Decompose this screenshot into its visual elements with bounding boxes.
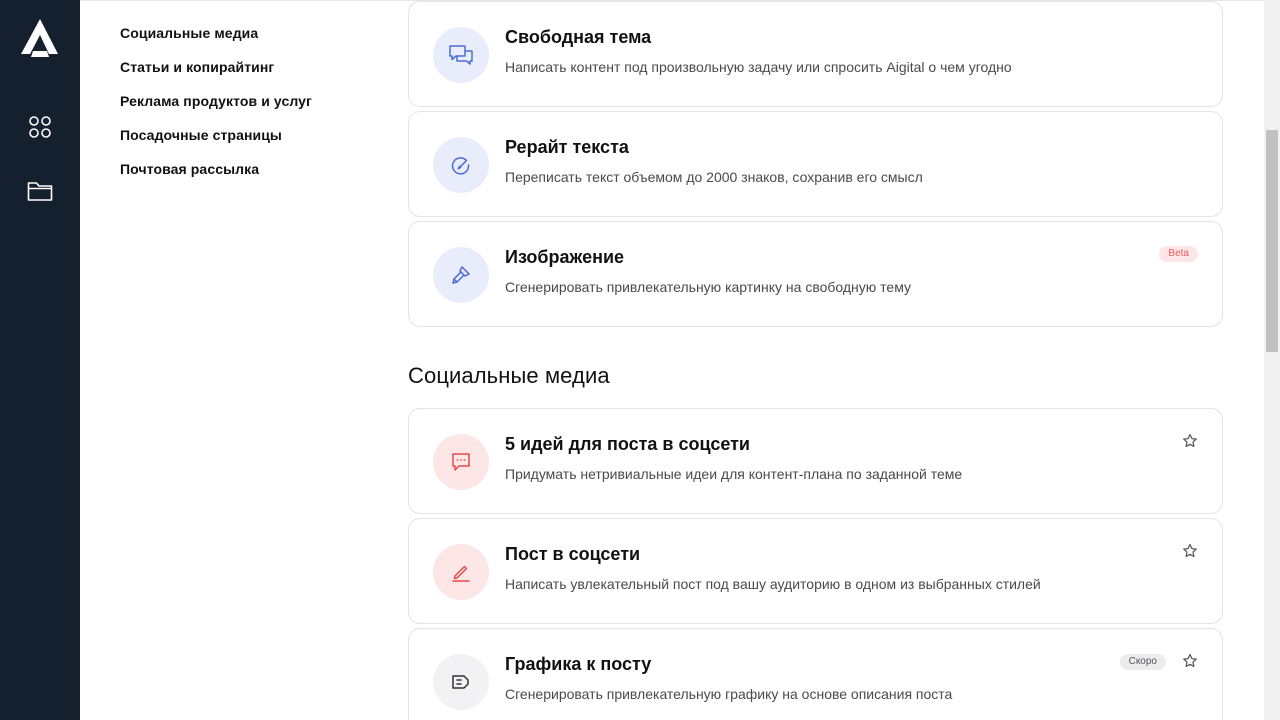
card-title: Свободная тема bbox=[505, 27, 652, 47]
vertical-scrollbar[interactable] bbox=[1264, 0, 1280, 720]
folder-icon[interactable] bbox=[20, 171, 60, 211]
card-description: Переписать текст объемом до 2000 знаков,… bbox=[505, 169, 923, 185]
card-free-topic[interactable]: Свободная тема Написать контент под прои… bbox=[408, 1, 1223, 107]
card-title: Рерайт текста bbox=[505, 137, 629, 157]
paintbrush-icon bbox=[433, 247, 489, 303]
chat-bubbles-icon bbox=[433, 27, 489, 83]
card-title: Изображение bbox=[505, 247, 625, 267]
category-link-landing[interactable]: Посадочные страницы bbox=[120, 126, 380, 160]
favorite-star-icon[interactable] bbox=[1182, 433, 1198, 449]
card-rewrite[interactable]: Рерайт текста Переписать текст объемом д… bbox=[408, 111, 1223, 217]
card-image[interactable]: Изображение Сгенерировать привлекательну… bbox=[408, 221, 1223, 327]
category-link-email[interactable]: Почтовая рассылка bbox=[120, 160, 380, 194]
aigital-logo-icon[interactable] bbox=[19, 17, 61, 59]
favorite-star-icon[interactable] bbox=[1182, 653, 1198, 669]
card-description: Написать контент под произвольную задачу… bbox=[505, 59, 1012, 75]
card-post-graphics[interactable]: Графика к посту Сгенерировать привлекате… bbox=[408, 628, 1223, 720]
card-title: 5 идей для поста в соцсети bbox=[505, 434, 750, 454]
message-dots-icon bbox=[433, 434, 489, 490]
card-description: Написать увлекательный пост под вашу ауд… bbox=[505, 576, 1041, 592]
category-link-ads[interactable]: Реклама продуктов и услуг bbox=[120, 92, 380, 126]
scrollbar-thumb[interactable] bbox=[1266, 130, 1278, 352]
card-social-post[interactable]: Пост в соцсети Написать увлекательный по… bbox=[408, 518, 1223, 624]
category-nav: Социальные медиа Статьи и копирайтинг Ре… bbox=[120, 24, 380, 194]
apps-grid-icon[interactable] bbox=[20, 107, 60, 147]
category-link-articles[interactable]: Статьи и копирайтинг bbox=[120, 58, 380, 92]
graphic-icon bbox=[433, 654, 489, 710]
card-post-ideas[interactable]: 5 идей для поста в соцсети Придумать нет… bbox=[408, 408, 1223, 514]
card-title: Графика к посту bbox=[505, 654, 652, 674]
card-description: Сгенерировать привлекательную картинку н… bbox=[505, 279, 911, 295]
category-link-social[interactable]: Социальные медиа bbox=[120, 24, 380, 58]
card-description: Придумать нетривиальные идеи для контент… bbox=[505, 466, 963, 482]
card-title: Пост в соцсети bbox=[505, 544, 641, 564]
section-heading-social: Социальные медиа bbox=[408, 363, 610, 388]
card-description: Сгенерировать привлекательную графику на… bbox=[505, 686, 953, 702]
soon-badge: Скоро bbox=[1119, 654, 1166, 670]
rewrite-pen-icon bbox=[433, 137, 489, 193]
beta-badge: Beta bbox=[1159, 246, 1198, 262]
pencil-icon bbox=[433, 544, 489, 600]
sidebar-rail bbox=[0, 0, 80, 720]
favorite-star-icon[interactable] bbox=[1182, 543, 1198, 559]
